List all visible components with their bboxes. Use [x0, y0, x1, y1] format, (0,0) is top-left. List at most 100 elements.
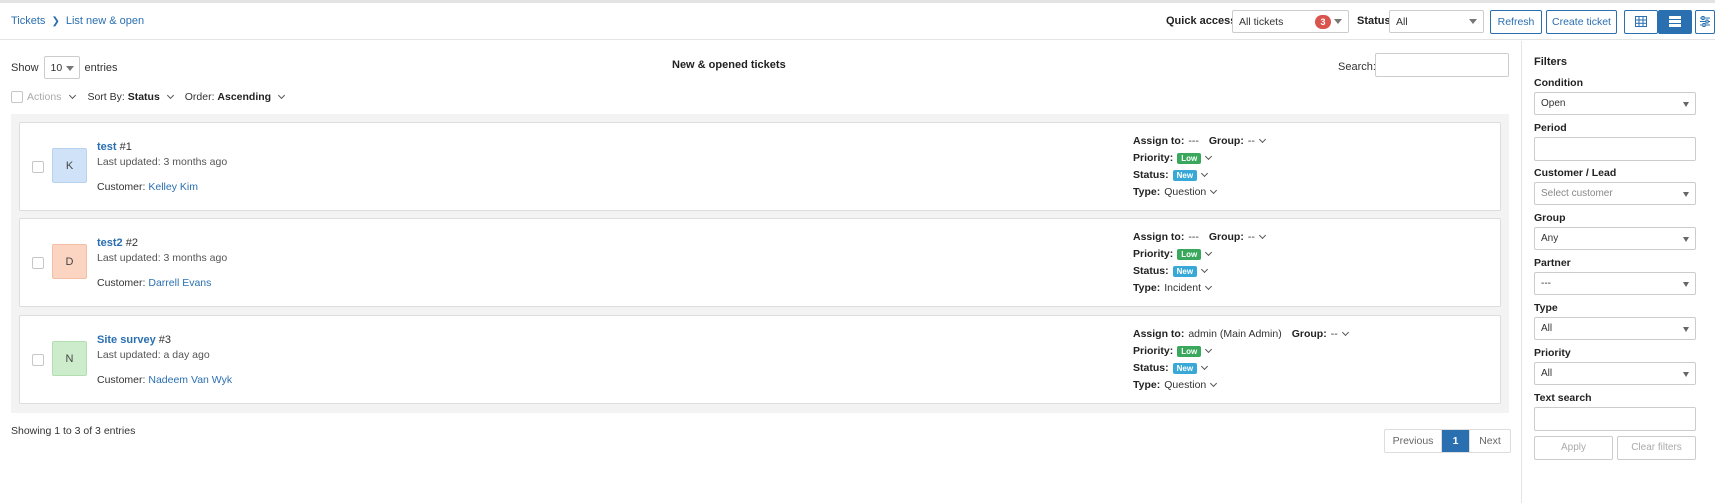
show-entries: Show 10 entries — [11, 56, 118, 79]
next-page-button[interactable]: Next — [1469, 430, 1510, 452]
select-all-checkbox[interactable] — [11, 91, 23, 103]
type-value: All — [1541, 323, 1553, 334]
actions-dropdown[interactable]: Actions — [11, 91, 77, 103]
list-view-button[interactable] — [1658, 10, 1692, 34]
status-row: Status: New — [1133, 265, 1209, 277]
caret-down-icon — [1683, 282, 1689, 287]
chevron-down-icon — [69, 91, 77, 99]
sort-by-label: Sort By: — [87, 91, 125, 103]
group-value[interactable]: -- — [1248, 135, 1255, 147]
search-input[interactable] — [1375, 53, 1509, 77]
status-label: Status: — [1133, 362, 1169, 374]
priority-select[interactable]: All — [1534, 362, 1696, 385]
chevron-down-icon[interactable] — [1258, 231, 1266, 239]
customer-link[interactable]: Nadeem Van Wyk — [148, 374, 232, 386]
create-ticket-button[interactable]: Create ticket — [1546, 10, 1617, 34]
chevron-down-icon[interactable] — [1205, 248, 1213, 256]
chevron-down-icon[interactable] — [1258, 135, 1266, 143]
priority-label: Priority — [1534, 347, 1571, 359]
ticket-checkbox[interactable] — [32, 257, 44, 269]
chevron-down-icon[interactable] — [1210, 379, 1218, 387]
customer-label: Customer: — [97, 374, 146, 386]
caret-down-icon — [1683, 372, 1689, 377]
caret-down-icon — [1469, 19, 1477, 24]
ticket-count-badge: 3 — [1315, 15, 1331, 29]
type-value[interactable]: Incident — [1164, 282, 1201, 294]
type-label: Type: — [1133, 186, 1161, 198]
period-input[interactable] — [1534, 137, 1696, 161]
breadcrumb-current-link[interactable]: List new & open — [66, 15, 144, 27]
group-select[interactable]: Any — [1534, 227, 1696, 250]
type-value[interactable]: Question — [1164, 186, 1206, 198]
text-search-input[interactable] — [1534, 407, 1696, 431]
condition-select[interactable]: Open — [1534, 92, 1696, 115]
group-value[interactable]: -- — [1331, 328, 1338, 340]
table-view-button[interactable] — [1624, 10, 1658, 34]
ticket-checkbox[interactable] — [32, 354, 44, 366]
customer-link[interactable]: Darrell Evans — [148, 277, 211, 289]
last-updated: Last updated: a day ago — [97, 349, 210, 361]
chevron-down-icon[interactable] — [1210, 186, 1218, 194]
group-label: Group — [1534, 212, 1566, 224]
type-value[interactable]: Question — [1164, 379, 1206, 391]
assign-label: Assign to: — [1133, 231, 1185, 243]
filter-toggle-button[interactable] — [1695, 10, 1715, 34]
entries-per-page-value: 10 — [50, 62, 63, 74]
ticket-number: #2 — [125, 237, 138, 249]
entries-label: entries — [84, 61, 118, 74]
customer-lead-select[interactable]: Select customer — [1534, 182, 1696, 205]
ticket-card[interactable]: N Site survey #3 Last updated: a day ago… — [19, 315, 1501, 404]
partner-select[interactable]: --- — [1534, 272, 1696, 295]
condition-value: Open — [1541, 98, 1566, 109]
customer: Customer: Kelley Kim — [97, 181, 198, 193]
ticket-name-link[interactable]: test — [97, 141, 117, 153]
chevron-down-icon — [166, 91, 174, 100]
chevron-down-icon[interactable] — [1205, 152, 1213, 160]
customer: Customer: Darrell Evans — [97, 277, 211, 289]
ticket-title: test #1 — [97, 141, 132, 153]
top-bar: Tickets ❯ List new & open Quick access A… — [0, 3, 1715, 40]
order-dropdown[interactable]: Order: Ascending — [185, 91, 286, 103]
ticket-number: #3 — [158, 334, 172, 346]
assign-value[interactable]: --- — [1188, 135, 1199, 147]
ticket-checkbox[interactable] — [32, 161, 44, 173]
chevron-down-icon[interactable] — [1201, 362, 1209, 370]
group-value[interactable]: -- — [1248, 231, 1255, 243]
customer-lead-placeholder: Select customer — [1541, 188, 1613, 199]
chevron-down-icon[interactable] — [1201, 169, 1209, 177]
priority-badge: Low — [1177, 152, 1202, 164]
quick-access-value: All tickets — [1239, 16, 1284, 28]
type-select[interactable]: All — [1534, 317, 1696, 340]
actions-label: Actions — [27, 91, 62, 103]
ticket-name-link[interactable]: Site survey — [97, 334, 156, 346]
search-label: Search: — [1338, 61, 1376, 73]
assign-value[interactable]: admin (Main Admin) — [1188, 328, 1281, 340]
customer-link[interactable]: Kelley Kim — [148, 181, 198, 193]
caret-down-icon — [1683, 237, 1689, 242]
ticket-card[interactable]: D test2 #2 Last updated: 3 months ago Cu… — [19, 218, 1501, 307]
breadcrumb-tickets-link[interactable]: Tickets — [11, 15, 45, 27]
list-toolbar: Actions Sort By: Status Order: Ascending — [11, 91, 286, 103]
page-1-button[interactable]: 1 — [1442, 430, 1469, 452]
ticket-name-link[interactable]: test2 — [97, 237, 123, 249]
entries-per-page-select[interactable]: 10 — [43, 56, 80, 79]
chevron-down-icon[interactable] — [1341, 328, 1349, 336]
status-select[interactable]: All — [1389, 10, 1484, 33]
table-icon — [1635, 13, 1647, 35]
priority-label: Priority: — [1133, 248, 1174, 260]
clear-filters-button[interactable]: Clear filters — [1617, 436, 1696, 460]
refresh-button[interactable]: Refresh — [1490, 10, 1542, 34]
customer: Customer: Nadeem Van Wyk — [97, 374, 232, 386]
ticket-title: Site survey #3 — [97, 334, 171, 346]
sort-by-value: Status — [127, 91, 160, 103]
chevron-down-icon[interactable] — [1205, 345, 1213, 353]
sort-by-dropdown[interactable]: Sort By: Status — [87, 91, 174, 103]
assign-value[interactable]: --- — [1188, 231, 1199, 243]
chevron-down-icon[interactable] — [1201, 265, 1209, 273]
chevron-down-icon[interactable] — [1204, 282, 1213, 290]
apply-filters-button[interactable]: Apply — [1534, 436, 1613, 460]
ticket-card[interactable]: K test #1 Last updated: 3 months ago Cus… — [19, 122, 1501, 211]
quick-access-select[interactable]: All tickets 3 — [1232, 10, 1349, 33]
previous-page-button[interactable]: Previous — [1385, 430, 1442, 452]
customer-lead-label: Customer / Lead — [1534, 167, 1617, 179]
